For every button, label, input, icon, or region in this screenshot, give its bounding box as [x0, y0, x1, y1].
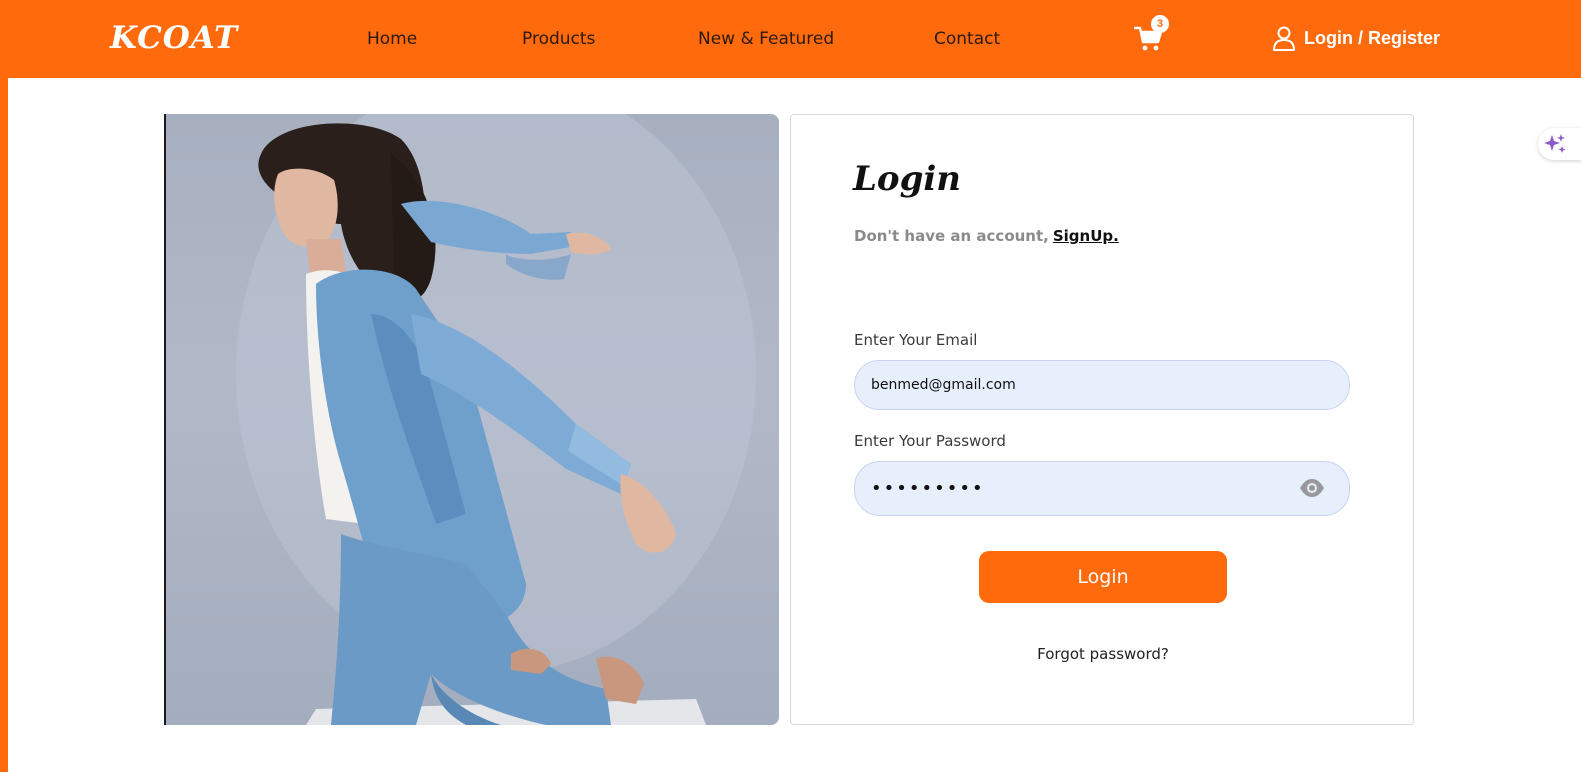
model-in-denim-jacket-photo — [164, 114, 779, 725]
cart-count-badge: 3 — [1151, 15, 1169, 33]
email-field[interactable] — [854, 360, 1350, 410]
nav-link-new-featured[interactable]: New & Featured — [698, 27, 834, 51]
password-label: Enter Your Password — [854, 432, 1006, 450]
left-edge-stripe — [0, 0, 8, 772]
nav-link-home[interactable]: Home — [367, 27, 417, 51]
login-register-label: Login / Register — [1304, 27, 1441, 48]
nav-link-contact[interactable]: Contact — [934, 27, 1000, 51]
eye-icon[interactable] — [1299, 477, 1325, 499]
brand-logo[interactable]: KCOAT — [110, 18, 238, 58]
no-account-text: Don't have an account, — [854, 227, 1049, 245]
assistant-sparkle-button[interactable] — [1538, 128, 1581, 160]
user-icon — [1272, 25, 1296, 51]
login-register-link[interactable]: Login / Register — [1272, 25, 1440, 51]
email-label: Enter Your Email — [854, 331, 978, 349]
login-submit-button[interactable]: Login — [979, 551, 1227, 603]
top-navbar: KCOAT Home Products New & Featured Conta… — [0, 0, 1581, 78]
signup-prompt: Don't have an account, SignUp. — [854, 227, 1119, 245]
forgot-password-link[interactable]: Forgot password? — [791, 645, 1415, 663]
login-card: Login Don't have an account, SignUp. Ente… — [790, 114, 1414, 725]
nav-link-products[interactable]: Products — [522, 27, 595, 51]
password-field[interactable] — [854, 461, 1350, 516]
signup-link[interactable]: SignUp. — [1053, 227, 1119, 245]
login-title: Login — [853, 159, 961, 199]
